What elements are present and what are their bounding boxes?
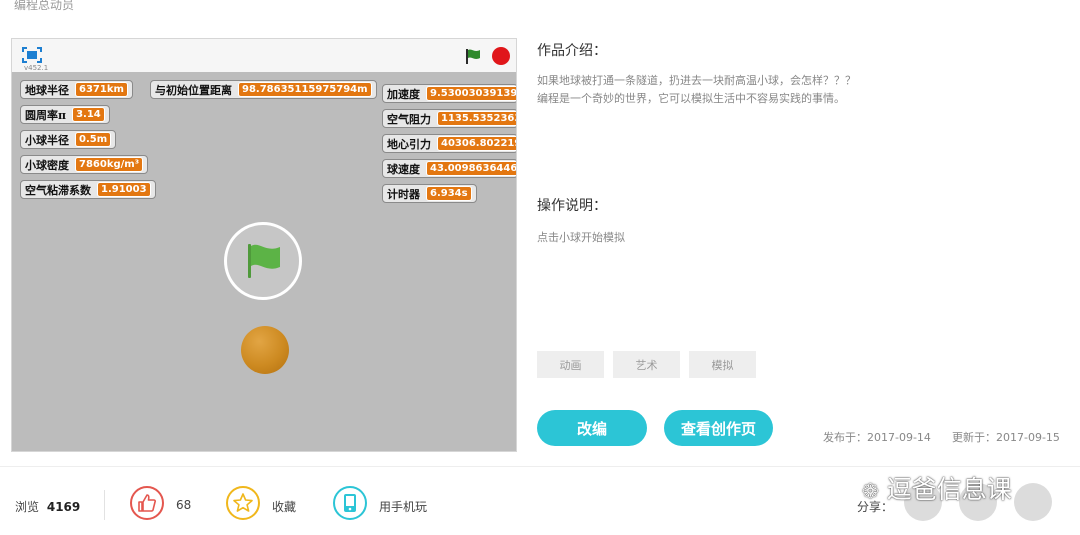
- monitor-gravity: 地心引力40306.8022199: [382, 134, 516, 153]
- ball-sprite[interactable]: [241, 326, 289, 374]
- remix-button[interactable]: 改编: [537, 410, 647, 446]
- monitor-air-viscosity: 空气粘滞系数 1.91003: [20, 180, 156, 199]
- updated-date: 更新于：2017-09-15: [952, 431, 1060, 444]
- intro-line: 编程是一个奇妙的世界，它可以模拟生活中不容易实践的事情。: [537, 92, 845, 105]
- start-overlay-button[interactable]: [224, 222, 302, 300]
- mobile-phone-icon: [344, 494, 356, 512]
- favorite-button[interactable]: [226, 486, 260, 520]
- thumbs-up-icon: [138, 494, 156, 512]
- published-date: 发布于：2017-09-14: [823, 431, 931, 444]
- like-button[interactable]: [130, 486, 164, 520]
- like-count: 68: [176, 498, 192, 512]
- mobile-play-label[interactable]: 用手机玩: [379, 498, 427, 515]
- views-stat: 浏览 4169: [15, 498, 80, 515]
- watermark: ❁ 逗爸信息课: [862, 470, 1012, 506]
- mobile-play-button[interactable]: [333, 486, 367, 520]
- fullscreen-icon[interactable]: [22, 47, 42, 63]
- green-flag-icon: [248, 244, 280, 278]
- views-label: 浏览: [15, 500, 40, 514]
- player-version: v452.1: [24, 64, 49, 72]
- monitor-earth-radius: 地球半径 6371km: [20, 80, 133, 99]
- share-weibo-button[interactable]: [1014, 483, 1052, 521]
- favorite-label[interactable]: 收藏: [272, 498, 296, 515]
- divider: [0, 466, 1080, 467]
- tag-art[interactable]: 艺术: [613, 351, 680, 378]
- project-player: v452.1 地球半径 6371km 圆周率π 3.14 小球半径 0.5m 小球密度…: [11, 38, 517, 452]
- intro-line: 如果地球被打通一条隧道，扔进去一块耐高温小球，会怎样？？？: [537, 74, 856, 87]
- monitor-ball-density: 小球密度 7860kg/m³: [20, 155, 149, 174]
- divider: [104, 490, 105, 520]
- monitor-distance: 与初始位置距离 98.78635115975794m: [150, 80, 377, 99]
- monitor-ball-speed: 球速度 43.0098636446: [382, 159, 516, 178]
- monitor-acceleration: 加速度 9.53003039139: [382, 84, 516, 103]
- player-toolbar: v452.1: [12, 39, 516, 72]
- tag-simulation[interactable]: 模拟: [689, 351, 756, 378]
- stage[interactable]: 地球半径 6371km 圆周率π 3.14 小球半径 0.5m 小球密度 7860kg/…: [12, 72, 516, 451]
- star-icon: [233, 493, 253, 512]
- monitor-ball-radius: 小球半径 0.5m: [20, 130, 117, 149]
- intro-description: 如果地球被打通一条隧道，扔进去一块耐高温小球，会怎样？？？ 编程是一个奇妙的世界…: [537, 72, 1017, 108]
- watermark-text: 逗爸信息课: [886, 475, 1012, 504]
- monitor-pi: 圆周率π 3.14: [20, 105, 110, 124]
- stop-icon[interactable]: [492, 47, 510, 65]
- ops-title: 操作说明：: [537, 198, 607, 214]
- tag-animation[interactable]: 动画: [537, 351, 604, 378]
- intro-title: 作品介绍：: [537, 43, 607, 59]
- ops-text: 点击小球开始模拟: [537, 231, 625, 244]
- view-source-button[interactable]: 查看创作页: [664, 410, 773, 446]
- monitor-air-resistance: 空气阻力 1135.5352363: [382, 109, 516, 128]
- monitor-timer: 计时器 6.934s: [382, 184, 477, 203]
- breadcrumb[interactable]: 编程总动员: [14, 0, 74, 13]
- wechat-icon: ❁: [862, 479, 879, 503]
- green-flag-icon[interactable]: [464, 47, 482, 65]
- views-count: 4169: [46, 500, 81, 514]
